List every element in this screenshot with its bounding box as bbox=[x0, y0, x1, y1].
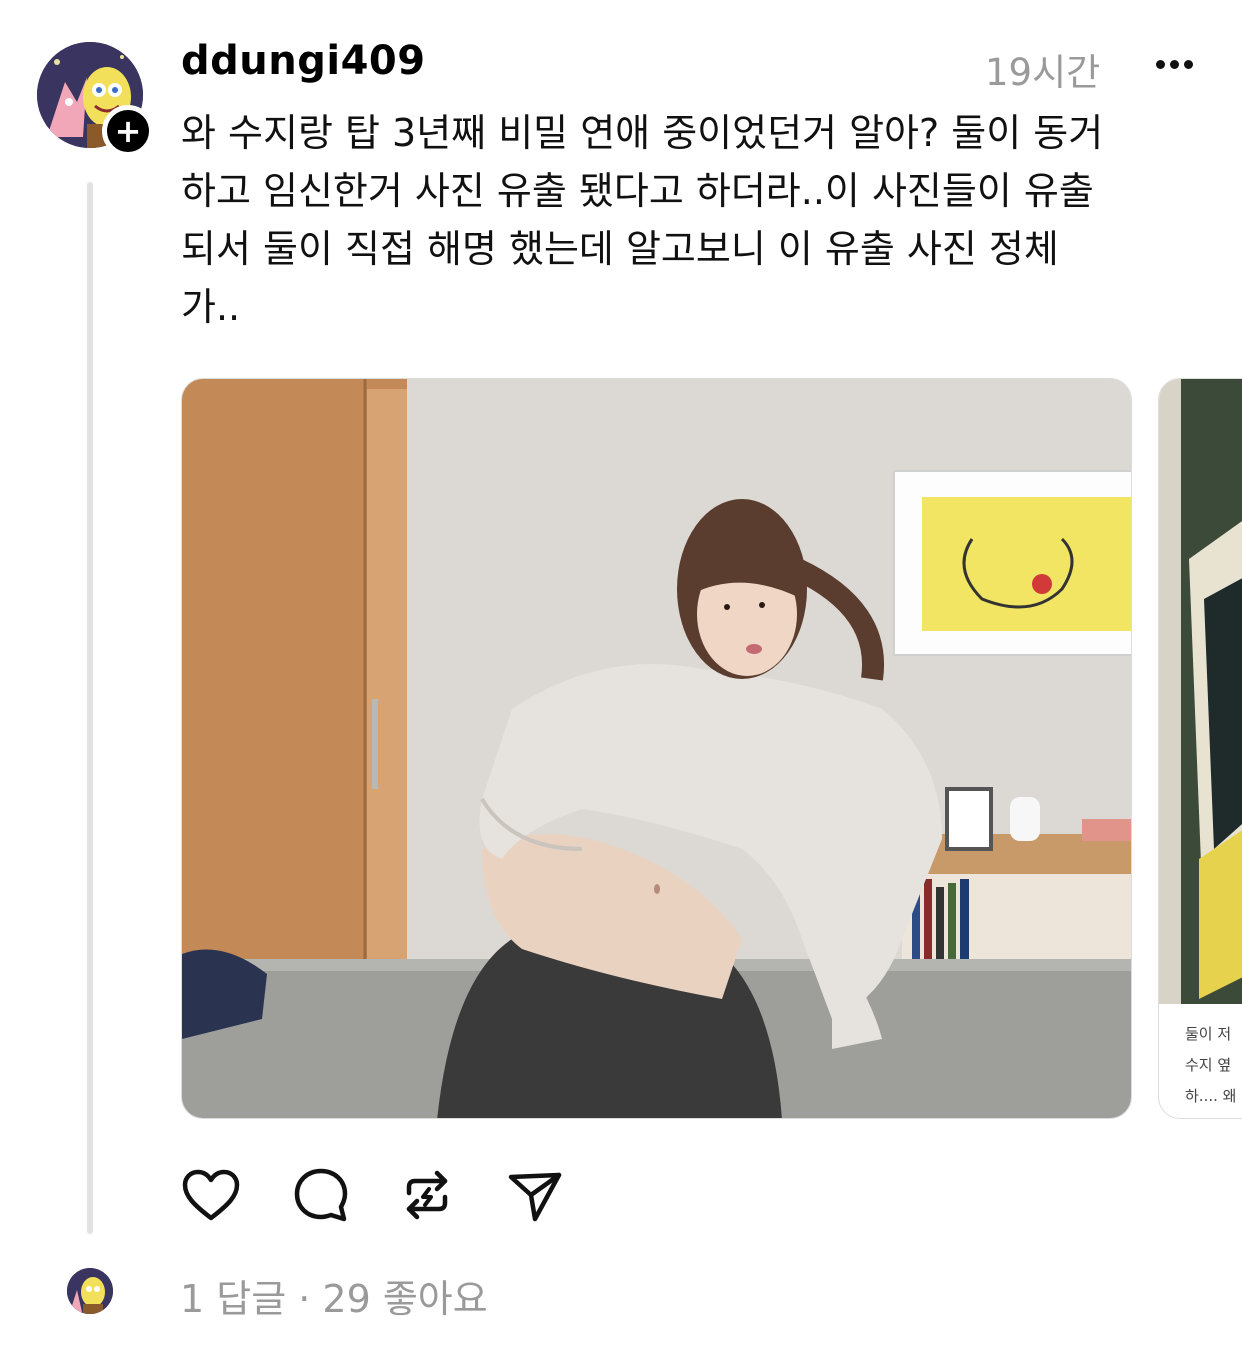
more-horizontal-icon bbox=[1155, 59, 1165, 69]
comment-button[interactable] bbox=[291, 1165, 351, 1225]
follow-button[interactable]: + bbox=[102, 105, 154, 157]
send-icon bbox=[508, 1172, 562, 1222]
plus-icon: + bbox=[114, 112, 142, 150]
thread-line bbox=[87, 182, 93, 1234]
post-text: 와 수지랑 탑 3년째 비밀 연애 중이었던거 알아? 둘이 동거 하고 임신한… bbox=[181, 111, 1104, 329]
share-button[interactable] bbox=[505, 1165, 565, 1225]
comment-icon bbox=[294, 1168, 348, 1222]
repost-icon bbox=[406, 1170, 448, 1220]
next-carousel-item[interactable]: 둘이 저 수지 옆 하.... 왜 bbox=[1158, 378, 1242, 1119]
reply-avatar[interactable] bbox=[67, 1268, 113, 1314]
like-button[interactable] bbox=[181, 1165, 241, 1225]
reply-like-stats[interactable]: 1 답글 · 29 좋아요 bbox=[180, 1268, 488, 1323]
photo-thumbnail bbox=[1159, 379, 1242, 1004]
more-options-button[interactable] bbox=[1148, 44, 1200, 84]
post-image[interactable] bbox=[181, 378, 1132, 1119]
heart-icon bbox=[182, 1169, 240, 1221]
repost-button[interactable] bbox=[397, 1165, 457, 1225]
cartoon-avatar-icon bbox=[67, 1268, 113, 1314]
post-timestamp: 19시간 bbox=[985, 51, 1101, 94]
photo-woman-on-bed bbox=[182, 379, 1131, 1118]
username[interactable]: ddungi409 bbox=[181, 38, 426, 84]
side-caption: 둘이 저 수지 옆 하.... 왜 bbox=[1185, 1025, 1237, 1105]
